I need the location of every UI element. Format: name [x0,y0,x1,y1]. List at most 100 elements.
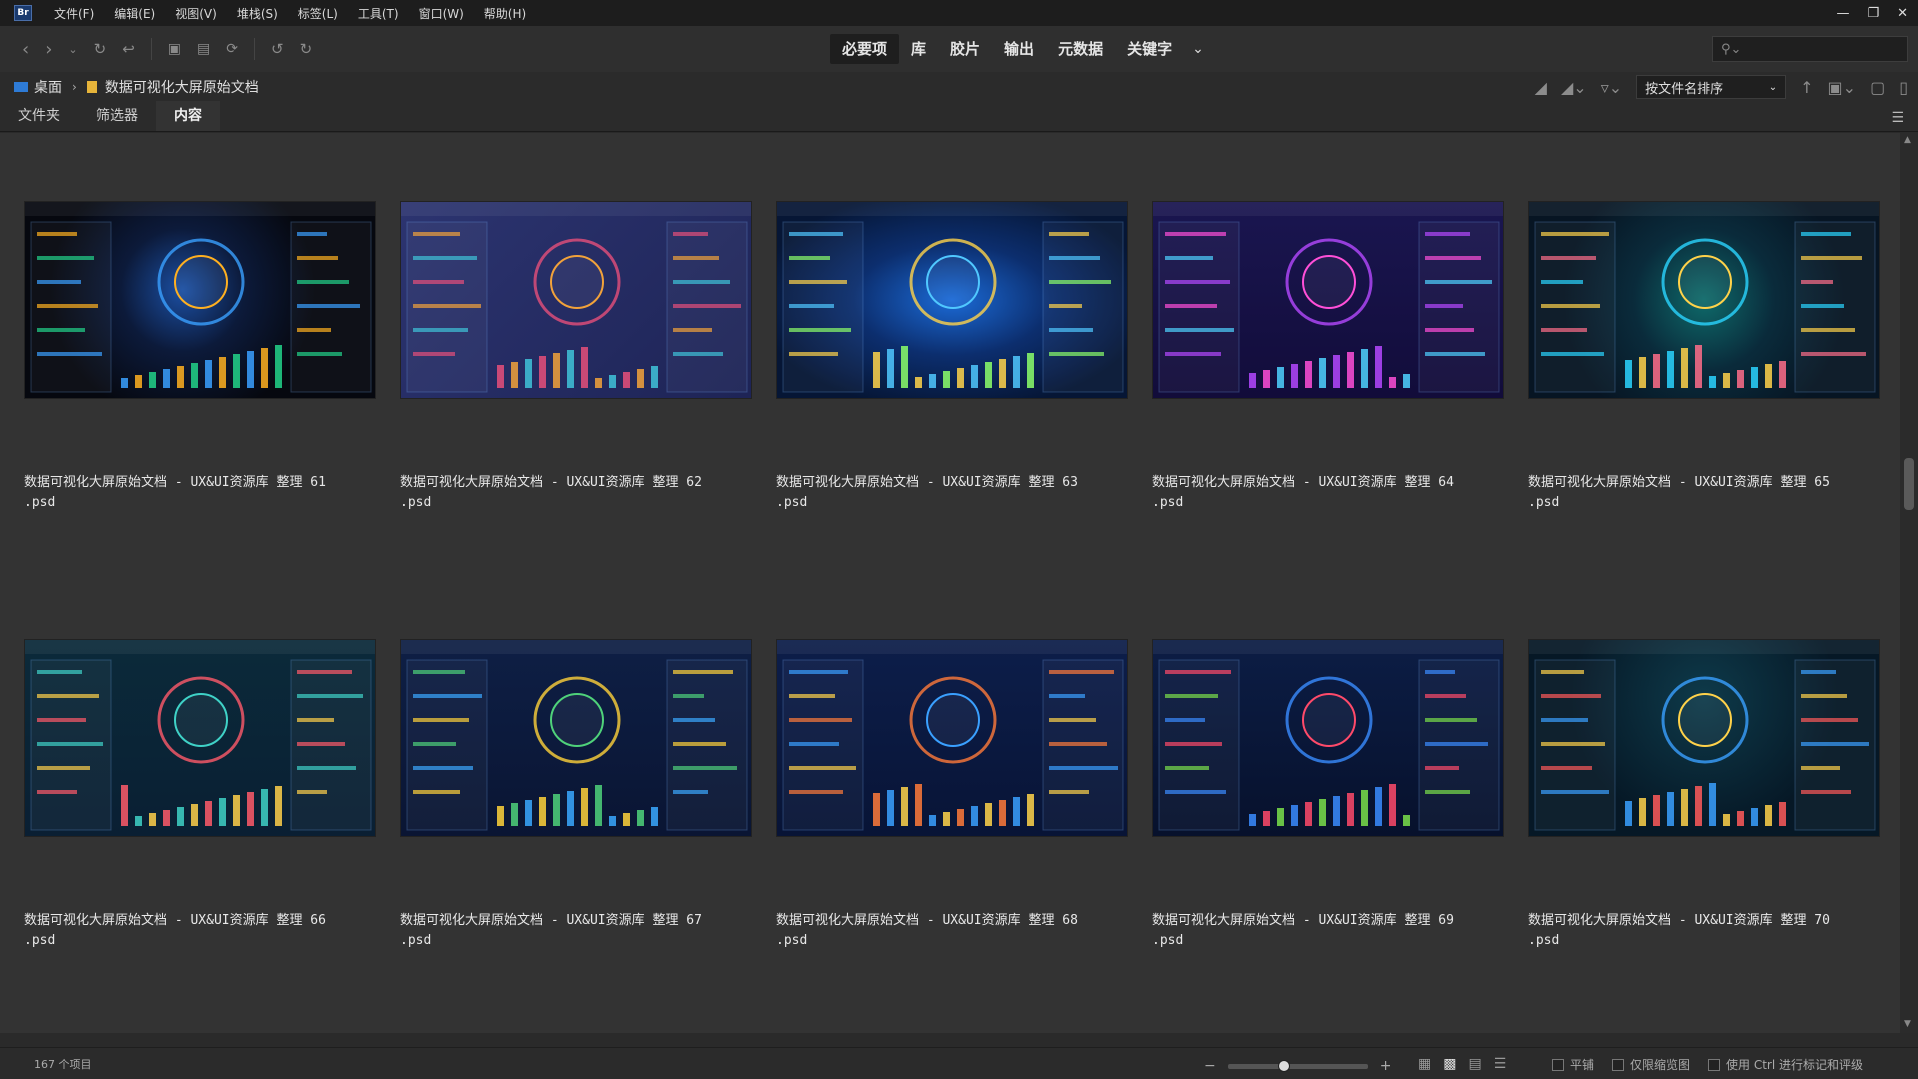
grid-view-icon[interactable]: ▦ [1418,1056,1431,1072]
open-recent-icon[interactable]: ▣⌄ [1828,78,1857,97]
workspace-library[interactable]: 库 [899,34,938,64]
breadcrumb-current-folder[interactable]: 数据可视化大屏原始文档 [105,77,259,97]
file-name[interactable]: 数据可视化大屏原始文档 - UX&UI资源库 整理 66 .psd [24,911,384,951]
breadcrumb-desktop[interactable]: 桌面 [34,77,62,97]
checkbox[interactable] [1552,1058,1564,1071]
menu-edit[interactable]: 编辑(E) [114,5,155,22]
file-extension: .psd [24,933,56,948]
option-tile[interactable]: 平铺 [1552,1056,1594,1073]
file-name-text: 数据可视化大屏原始文档 - UX&UI资源库 整理 62 [400,475,702,490]
file-thumbnail[interactable] [1152,201,1504,399]
menu-help[interactable]: 帮助(H) [484,5,526,22]
file-name-text: 数据可视化大屏原始文档 - UX&UI资源库 整理 64 [1152,475,1454,490]
thumbnail-preview-image [401,202,751,393]
file-name[interactable]: 数据可视化大屏原始文档 - UX&UI资源库 整理 64 .psd [1152,473,1512,513]
file-thumbnail[interactable] [776,201,1128,399]
thumbnail-preview-image [777,202,1127,393]
thumbnail-preview-image [1529,202,1879,393]
back-icon[interactable]: ‹ [22,39,29,60]
scrollbar-thumb[interactable] [1904,458,1914,510]
sort-direction-icon[interactable]: ↑ [1800,78,1813,97]
file-thumbnail[interactable] [1152,639,1504,837]
file-thumbnail[interactable] [24,201,376,399]
menu-tools[interactable]: 工具(T) [358,5,399,22]
quality-icon[interactable]: ◢ [1535,78,1547,97]
file-extension: .psd [1528,495,1560,510]
file-name[interactable]: 数据可视化大屏原始文档 - UX&UI资源库 整理 61 .psd [24,473,384,513]
file-thumbnail[interactable] [24,639,376,837]
file-name[interactable]: 数据可视化大屏原始文档 - UX&UI资源库 整理 62 .psd [400,473,760,513]
menu-file[interactable]: 文件(F) [54,5,94,22]
file-thumbnail[interactable] [1528,639,1880,837]
delete-icon[interactable]: ▯ [1899,78,1908,97]
file-name-text: 数据可视化大屏原始文档 - UX&UI资源库 整理 65 [1528,475,1830,490]
tab-folders[interactable]: 文件夹 [0,101,78,131]
file-thumbnail[interactable] [1528,201,1880,399]
workspace-keywords[interactable]: 关键字 [1115,34,1184,64]
zoom-slider-handle[interactable] [1277,1059,1290,1072]
thumb-view-icon[interactable]: ▩ [1443,1056,1456,1072]
batch-icon[interactable]: ▤ [197,41,210,57]
window-controls: — ❐ ✕ [1836,0,1908,26]
panel-menu-icon[interactable]: ☰ [1891,110,1904,126]
menu-label[interactable]: 标签(L) [298,5,338,22]
chevron-right-icon[interactable]: › [72,80,77,94]
thumbnail-preview-image [777,640,1127,831]
menu-stack[interactable]: 堆栈(S) [237,5,278,22]
checkbox[interactable] [1612,1058,1625,1071]
rotate-left-icon[interactable]: ↺ [271,40,284,58]
camera-icon[interactable]: ▣ [168,41,181,57]
sort-select-value: 按文件名排序 [1645,81,1724,97]
forward-icon[interactable]: › [45,39,52,60]
zoom-out-icon[interactable]: − [1204,1058,1216,1074]
checkbox[interactable] [1708,1058,1721,1071]
file-name-text: 数据可视化大屏原始文档 - UX&UI资源库 整理 69 [1152,913,1454,928]
minimize-icon[interactable]: — [1836,6,1849,21]
sort-select[interactable]: 按文件名排序 ⌄ [1636,75,1787,99]
file-name[interactable]: 数据可视化大屏原始文档 - UX&UI资源库 整理 67 .psd [400,911,760,951]
file-thumbnail[interactable] [400,201,752,399]
file-thumbnail[interactable] [776,639,1128,837]
close-icon[interactable]: ✕ [1897,6,1908,21]
file-name-text: 数据可视化大屏原始文档 - UX&UI资源库 整理 61 [24,475,326,490]
thumbnail-zoom: − + [1204,1058,1391,1074]
refresh-icon[interactable]: ⟳ [226,41,238,57]
tab-filter[interactable]: 筛选器 [78,101,156,131]
rating-filter-icon[interactable]: ◢⌄ [1561,78,1587,97]
reveal-icon[interactable]: ↩ [122,40,135,58]
scroll-up-icon[interactable]: ▲ [1904,135,1911,145]
option-ctrl-label[interactable]: 使用 Ctrl 进行标记和评级 [1708,1056,1863,1073]
workspace-metadata[interactable]: 元数据 [1046,34,1115,64]
filter-icon[interactable]: ▿⌄ [1601,78,1622,97]
menu-view[interactable]: 视图(V) [175,5,217,22]
file-name[interactable]: 数据可视化大屏原始文档 - UX&UI资源库 整理 69 .psd [1152,911,1512,951]
file-name[interactable]: 数据可视化大屏原始文档 - UX&UI资源库 整理 65 .psd [1528,473,1888,513]
option-tile-label: 平铺 [1570,1058,1595,1072]
new-folder-icon[interactable]: ▢ [1870,78,1885,97]
workspace-output[interactable]: 输出 [992,34,1046,64]
scrollbar[interactable]: ▲ ▼ [1900,133,1918,1033]
zoom-slider[interactable] [1227,1059,1368,1072]
zoom-in-icon[interactable]: + [1380,1058,1392,1074]
file-extension: .psd [1152,933,1184,948]
option-thumbnails-only[interactable]: 仅限缩览图 [1612,1056,1690,1073]
restore-icon[interactable]: ❐ [1867,6,1879,21]
file-name[interactable]: 数据可视化大屏原始文档 - UX&UI资源库 整理 63 .psd [776,473,1136,513]
rotate-right-icon[interactable]: ↻ [300,40,313,58]
file-name-text: 数据可视化大屏原始文档 - UX&UI资源库 整理 63 [776,475,1078,490]
search-input[interactable]: ⚲⌄ [1712,36,1908,62]
chevron-down-icon[interactable]: ⌄ [1192,41,1204,57]
file-name[interactable]: 数据可视化大屏原始文档 - UX&UI资源库 整理 70 .psd [1528,911,1888,951]
file-name[interactable]: 数据可视化大屏原始文档 - UX&UI资源库 整理 68 .psd [776,911,1136,951]
file-thumbnail[interactable] [400,639,752,837]
list-view-icon[interactable]: ☰ [1494,1056,1507,1072]
menu-window[interactable]: 窗口(W) [419,5,464,22]
workspace-essentials[interactable]: 必要项 [830,34,900,64]
recent-folders-icon[interactable]: ⌄ [68,43,77,56]
workspace-filmstrip[interactable]: 胶片 [938,34,992,64]
app-logo-icon[interactable]: Br [14,5,32,21]
scroll-down-icon[interactable]: ▼ [1904,1019,1911,1029]
tab-content[interactable]: 内容 [156,101,220,131]
detail-view-icon[interactable]: ▤ [1468,1056,1481,1072]
history-icon[interactable]: ↻ [94,40,107,58]
